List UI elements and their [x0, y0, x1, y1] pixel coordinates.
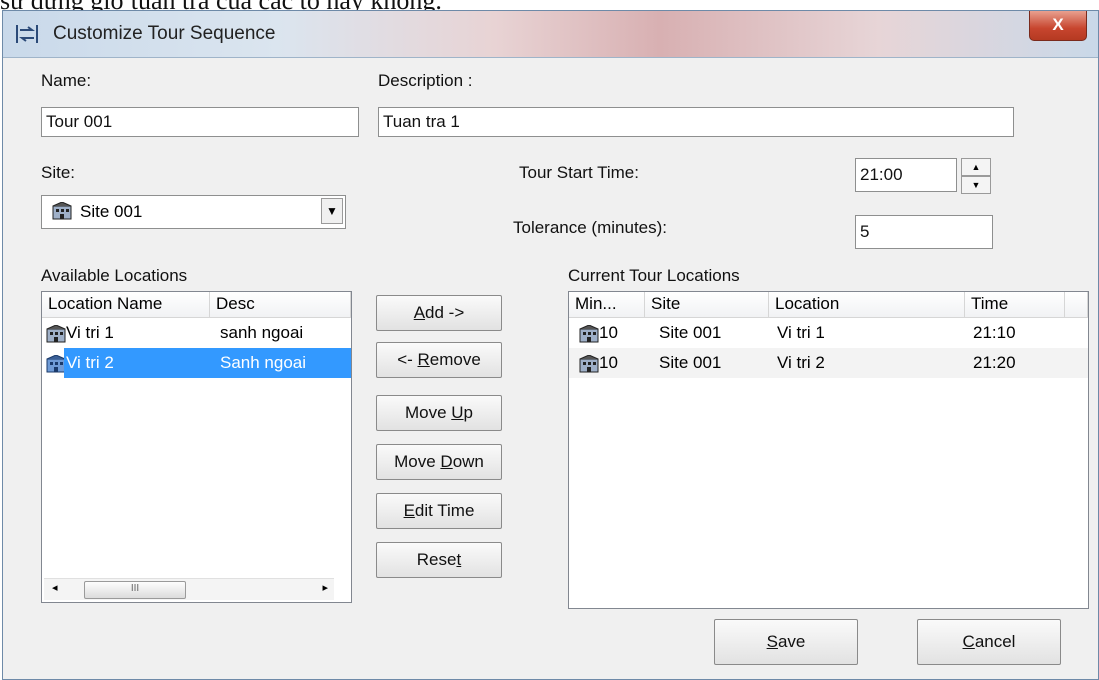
available-locations-label: Available Locations — [41, 266, 188, 285]
site-dropdown[interactable]: Site 001 ▼ — [41, 195, 346, 229]
scroll-right-icon[interactable]: ▸ — [322, 581, 328, 594]
cell-site: Site 001 — [659, 323, 722, 342]
scroll-left-icon[interactable]: ◂ — [52, 581, 58, 594]
column-header-location[interactable]: Location — [769, 292, 965, 318]
tolerance-input[interactable]: 5 — [855, 215, 993, 249]
scroll-thumb[interactable]: III — [84, 581, 186, 599]
horizontal-scrollbar[interactable]: ◂ III ▸ — [44, 578, 334, 600]
cell-location: Vi tri 1 — [777, 323, 825, 342]
location-name: Vi tri 1 — [66, 323, 114, 342]
tour-start-time-spinner[interactable]: ▲ ▼ — [961, 158, 991, 194]
column-header-site[interactable]: Site — [645, 292, 769, 318]
available-locations-list[interactable]: Location Name Desc Vi tri 1 sanh ngoai V… — [41, 291, 352, 603]
description-input[interactable]: Tuan tra 1 — [378, 107, 1014, 137]
name-label: Name: — [41, 71, 92, 90]
move-up-button[interactable]: Move Up — [376, 395, 502, 431]
tour-start-time-input[interactable]: 21:00 — [855, 158, 957, 192]
edit-time-button[interactable]: Edit Time — [376, 493, 502, 529]
building-icon — [46, 318, 66, 348]
location-desc: sanh ngoai — [220, 323, 304, 342]
current-tour-locations-list[interactable]: Min... Site Location Time 10 Site 001 Vi… — [568, 291, 1089, 609]
description-label: Description : — [378, 71, 473, 90]
list-item[interactable]: Vi tri 2 Sanh ngoai — [42, 348, 351, 378]
table-row[interactable]: 10 Site 001 Vi tri 2 21:20 — [569, 348, 1088, 378]
spin-down-icon[interactable]: ▼ — [961, 176, 991, 194]
chevron-down-icon[interactable]: ▼ — [321, 198, 343, 224]
name-input[interactable]: Tour 001 — [41, 107, 359, 137]
column-header-time[interactable]: Time — [965, 292, 1065, 318]
location-name: Vi tri 2 — [66, 353, 114, 372]
site-label: Site: — [41, 163, 76, 182]
cell-time: 21:20 — [973, 353, 1016, 372]
add-button[interactable]: Add -> — [376, 295, 502, 331]
cell-min: 10 — [599, 323, 618, 342]
column-header-filler — [1065, 292, 1088, 318]
column-header-location-name[interactable]: Location Name — [42, 292, 210, 318]
spin-up-icon[interactable]: ▲ — [961, 158, 991, 176]
cell-min: 10 — [599, 353, 618, 372]
building-icon — [579, 348, 599, 378]
list-item[interactable]: Vi tri 1 sanh ngoai — [42, 318, 351, 348]
remove-button[interactable]: <- Remove — [376, 342, 502, 378]
current-tour-locations-label: Current Tour Locations — [568, 266, 740, 285]
tolerance-label: Tolerance (minutes): — [513, 218, 668, 237]
tour-start-time-label: Tour Start Time: — [519, 163, 639, 182]
building-icon — [579, 318, 599, 348]
window-title: Customize Tour Sequence — [53, 23, 276, 44]
reset-button[interactable]: Reset — [376, 542, 502, 578]
column-header-min[interactable]: Min... — [569, 292, 645, 318]
location-desc: Sanh ngoai — [220, 353, 307, 372]
cancel-button[interactable]: Cancel — [917, 619, 1061, 665]
cell-time: 21:10 — [973, 323, 1016, 342]
close-button[interactable]: X — [1029, 11, 1087, 41]
tour-sequence-icon — [15, 23, 39, 45]
table-row[interactable]: 10 Site 001 Vi tri 1 21:10 — [569, 318, 1088, 348]
customize-tour-dialog: Customize Tour Sequence X Name: Tour 001… — [2, 10, 1099, 680]
title-bar[interactable]: Customize Tour Sequence X — [3, 11, 1098, 58]
move-down-button[interactable]: Move Down — [376, 444, 502, 480]
cell-location: Vi tri 2 — [777, 353, 825, 372]
column-header-desc[interactable]: Desc — [210, 292, 351, 318]
save-button[interactable]: Save — [714, 619, 858, 665]
building-icon — [52, 201, 72, 225]
building-icon — [46, 348, 66, 378]
cell-site: Site 001 — [659, 353, 722, 372]
site-dropdown-value: Site 001 — [80, 202, 143, 221]
